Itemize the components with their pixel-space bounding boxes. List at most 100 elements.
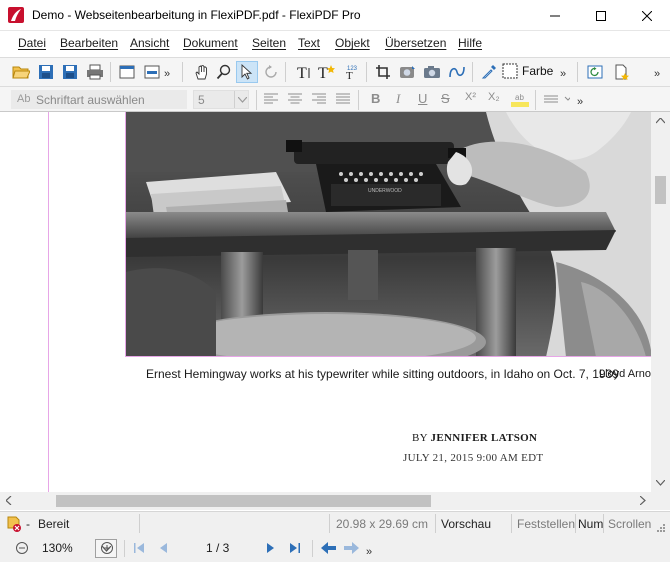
save-icon: [39, 65, 53, 79]
next-page-icon[interactable]: [266, 543, 275, 553]
save-button[interactable]: [35, 61, 57, 83]
num-lock-indicator: Num: [578, 517, 604, 531]
align-left-icon: [264, 93, 278, 104]
status-separator: [511, 514, 512, 533]
toolbar-overflow[interactable]: »: [654, 68, 660, 80]
page-view-button[interactable]: [116, 61, 138, 83]
font-icon: Ab: [17, 93, 31, 105]
zoom-out-icon[interactable]: [15, 541, 29, 555]
font-size-dropdown[interactable]: [234, 91, 249, 108]
snapshot-button[interactable]: [421, 61, 443, 83]
svg-text:ab: ab: [515, 93, 524, 102]
menu-bearbeiten[interactable]: Bearbeiten: [60, 36, 118, 50]
font-size-select[interactable]: 5: [193, 90, 249, 109]
font-placeholder: Schriftart auswählen: [36, 93, 145, 107]
vertical-scroll-thumb[interactable]: [655, 176, 666, 204]
horizontal-scroll-thumb[interactable]: [56, 495, 431, 507]
menu-ansicht[interactable]: Ansicht: [130, 36, 169, 50]
justify-icon: [336, 93, 350, 104]
toolbar-overflow[interactable]: »: [577, 96, 583, 108]
curve-button[interactable]: [446, 61, 468, 83]
rotate-icon: [265, 65, 277, 78]
select-tool-button[interactable]: [236, 61, 258, 83]
horizontal-scrollbar[interactable]: [0, 492, 670, 510]
vertical-scrollbar[interactable]: [651, 112, 670, 492]
nav-overflow[interactable]: »: [366, 546, 372, 558]
zoom-in-button[interactable]: [100, 541, 114, 555]
highlight-button[interactable]: ab: [511, 90, 529, 111]
document-photo[interactable]: UNDERWOOD: [125, 112, 651, 357]
line-spacing-button[interactable]: [544, 93, 572, 108]
save-as-icon: [63, 65, 77, 79]
close-button[interactable]: [624, 0, 670, 31]
magnifier-icon: [216, 64, 231, 80]
form-view-button[interactable]: [141, 61, 163, 83]
status-bar: - Bereit 20.98 x 29.69 cm Vorschau Fests…: [0, 511, 670, 535]
align-left-button[interactable]: [264, 93, 278, 108]
align-center-button[interactable]: [288, 93, 302, 108]
crop-button[interactable]: [372, 61, 394, 83]
zoom-level[interactable]: 130%: [42, 541, 73, 555]
close-icon: [642, 10, 652, 21]
menu-seiten[interactable]: Seiten: [252, 36, 286, 50]
byline-author: JENNIFER LATSON: [430, 432, 538, 444]
status-separator: [329, 514, 330, 533]
bold-button[interactable]: B: [371, 91, 380, 106]
toolbar-overflow[interactable]: »: [164, 68, 170, 80]
align-center-icon: [288, 93, 302, 104]
superscript-button[interactable]: X²: [465, 91, 476, 103]
document-view[interactable]: UNDERWOOD Ernest Hemingway works at his …: [0, 112, 651, 492]
strikethrough-button[interactable]: S: [441, 91, 450, 106]
underline-button[interactable]: U: [418, 91, 427, 106]
nav-separator: [312, 540, 313, 557]
open-button[interactable]: [10, 61, 32, 83]
menu-datei[interactable]: Datei: [18, 36, 46, 50]
align-right-button[interactable]: [312, 93, 326, 108]
edit-text-button[interactable]: T: [293, 61, 315, 83]
scroll-up-icon[interactable]: [656, 118, 665, 124]
new-page-icon: [615, 64, 629, 80]
minimize-button[interactable]: [532, 0, 578, 31]
page-indicator[interactable]: 1 / 3: [206, 541, 229, 555]
first-page-icon[interactable]: [134, 543, 145, 553]
document-warning-icon: [7, 516, 21, 532]
subscript-button[interactable]: X₂: [488, 91, 500, 103]
forward-view-icon[interactable]: [343, 542, 359, 554]
resize-grip-icon[interactable]: [656, 523, 666, 533]
rotate-button[interactable]: [260, 61, 282, 83]
hand-icon: [195, 64, 207, 80]
font-select[interactable]: Ab Schriftart auswählen: [11, 90, 187, 109]
crop-icon: [376, 65, 390, 79]
zoom-tool-button[interactable]: [213, 61, 235, 83]
scroll-right-icon[interactable]: [640, 496, 646, 505]
color-button[interactable]: Farbe: [502, 63, 553, 79]
refresh-button[interactable]: [584, 61, 606, 83]
menu-objekt[interactable]: Objekt: [335, 36, 370, 50]
italic-button[interactable]: I: [396, 91, 400, 107]
save-as-button[interactable]: [59, 61, 81, 83]
color-picker-button[interactable]: [478, 61, 500, 83]
print-button[interactable]: [84, 61, 106, 83]
previous-page-icon[interactable]: [159, 543, 168, 553]
menu-dokument[interactable]: Dokument: [183, 36, 238, 50]
scroll-left-icon[interactable]: [6, 496, 12, 505]
menu-uebersetzen[interactable]: Übersetzen: [385, 36, 446, 50]
eyedropper-icon: [481, 65, 496, 79]
line-spacing-icon: [544, 95, 572, 103]
numbering-button[interactable]: 123 T: [340, 61, 362, 83]
image-swap-icon: [400, 66, 415, 78]
toolbar-separator: [182, 62, 183, 82]
cursor-arrow-icon: [241, 64, 253, 80]
back-view-icon[interactable]: [321, 542, 337, 554]
hand-tool-button[interactable]: [190, 61, 212, 83]
replace-image-button[interactable]: [396, 61, 418, 83]
new-document-button[interactable]: [610, 61, 632, 83]
menu-hilfe[interactable]: Hilfe: [458, 36, 482, 50]
last-page-icon[interactable]: [290, 543, 301, 553]
menu-text[interactable]: Text: [298, 36, 320, 50]
toolbar-overflow[interactable]: »: [560, 68, 566, 80]
add-text-button[interactable]: T: [316, 61, 338, 83]
justify-button[interactable]: [336, 93, 350, 108]
scroll-down-icon[interactable]: [656, 480, 665, 486]
maximize-button[interactable]: [578, 0, 624, 31]
